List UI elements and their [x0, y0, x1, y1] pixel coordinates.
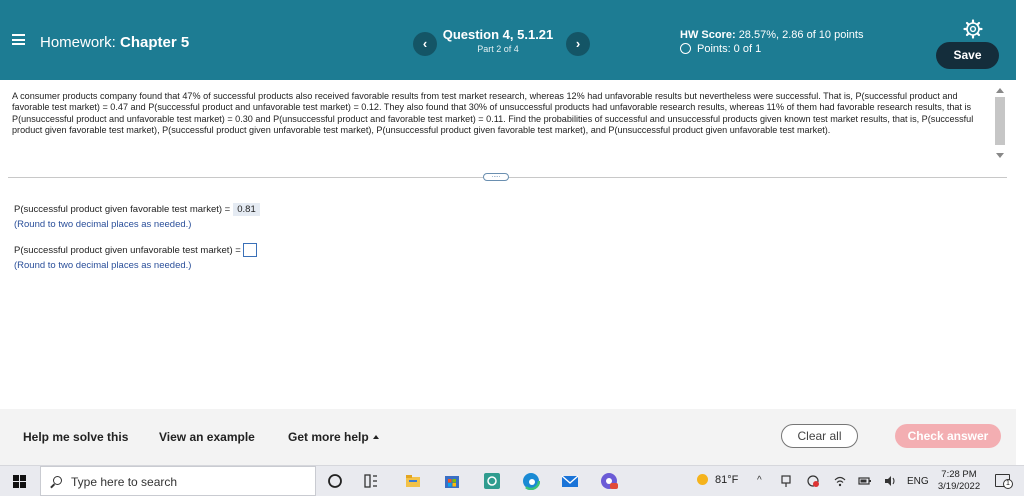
- points-text: Points: 0 of 1: [697, 43, 762, 55]
- header-bar: Homework: Chapter 5 ‹ Question 4, 5.1.21…: [0, 0, 1016, 80]
- network-drive-icon[interactable]: [779, 474, 793, 488]
- cortana-icon[interactable]: [326, 472, 344, 490]
- answer-2-label: P(successful product given unfavorable t…: [14, 245, 241, 256]
- store-icon[interactable]: [443, 472, 461, 490]
- volume-icon[interactable]: [883, 474, 897, 488]
- points: Points: 0 of 1: [680, 43, 761, 55]
- answer-2-input[interactable]: [242, 243, 257, 257]
- scroll-thumb[interactable]: [995, 97, 1005, 145]
- get-more-help-label: Get more help: [288, 430, 369, 444]
- taskbar-search-input[interactable]: Type here to search: [40, 466, 316, 496]
- file-explorer-icon[interactable]: [404, 472, 422, 490]
- chevron-left-icon: ‹: [422, 36, 428, 51]
- scroll-up-icon[interactable]: [996, 88, 1004, 93]
- get-more-help-button[interactable]: Get more help: [288, 430, 379, 444]
- battery-icon[interactable]: [858, 474, 872, 488]
- windows-taskbar: Type here to search 81°F ^ ENG 7:28 PM 3…: [0, 465, 1024, 496]
- windows-start-icon[interactable]: [13, 475, 26, 488]
- gear-icon[interactable]: [963, 19, 983, 39]
- chapter-label: Chapter 5: [120, 34, 190, 51]
- menu-icon[interactable]: [12, 34, 25, 45]
- answer-1-label: P(successful product given favorable tes…: [14, 204, 231, 215]
- app-icon[interactable]: [483, 472, 501, 490]
- caret-up-icon: [372, 435, 379, 439]
- answer-2-hint: (Round to two decimal places as needed.): [14, 260, 192, 271]
- app-window: Homework: Chapter 5 ‹ Question 4, 5.1.21…: [0, 0, 1024, 496]
- view-example-button[interactable]: View an example: [159, 430, 255, 444]
- mail-icon[interactable]: [561, 472, 579, 490]
- weather-widget[interactable]: 81°F: [697, 474, 738, 486]
- save-button[interactable]: Save: [936, 42, 999, 69]
- search-placeholder: Type here to search: [71, 475, 178, 489]
- check-answer-button[interactable]: Check answer: [895, 424, 1001, 448]
- answer-1-value[interactable]: 0.81: [233, 203, 260, 216]
- messenger-icon[interactable]: [600, 472, 618, 490]
- scroll-down-icon[interactable]: [996, 153, 1004, 158]
- wifi-icon[interactable]: [833, 474, 847, 488]
- search-icon: [53, 476, 62, 485]
- clear-all-button[interactable]: Clear all: [781, 424, 858, 448]
- chevron-up-icon[interactable]: ^: [757, 475, 762, 486]
- answer-1-row: P(successful product given favorable tes…: [14, 203, 260, 216]
- clock-date: 3/19/2022: [937, 481, 981, 492]
- hw-score-label: HW Score:: [680, 29, 736, 41]
- question-text: A consumer products company found that 4…: [12, 91, 974, 136]
- question-scrollbar[interactable]: [993, 86, 1007, 160]
- task-view-icon[interactable]: [362, 472, 380, 490]
- homework-title[interactable]: Homework: Chapter 5: [40, 34, 189, 51]
- question-title: Question 4, 5.1.21: [442, 27, 554, 42]
- weather-temp: 81°F: [715, 474, 739, 486]
- edge-browser-icon[interactable]: [522, 472, 540, 490]
- notification-count: 1: [1003, 479, 1013, 489]
- taskbar-clock[interactable]: 7:28 PM 3/19/2022: [933, 469, 985, 493]
- sun-icon: [697, 474, 708, 485]
- hw-score-value: 28.57%, 2.86 of 10 points: [738, 29, 864, 41]
- answer-2-row: P(successful product given unfavorable t…: [14, 243, 257, 257]
- homework-label: Homework:: [40, 34, 116, 51]
- clock-time: 7:28 PM: [941, 469, 977, 480]
- answer-1-hint: (Round to two decimal places as needed.): [14, 219, 192, 230]
- next-question-button[interactable]: ›: [566, 32, 590, 56]
- hw-score: HW Score: 28.57%, 2.86 of 10 points: [680, 29, 863, 41]
- chevron-right-icon: ›: [575, 36, 581, 51]
- notification-center-icon[interactable]: 1: [995, 474, 1013, 489]
- language-indicator[interactable]: ENG: [907, 476, 929, 487]
- security-icon[interactable]: [806, 474, 820, 488]
- help-me-solve-button[interactable]: Help me solve this: [23, 430, 128, 444]
- divider-handle[interactable]: .....: [483, 173, 509, 181]
- question-part: Part 2 of 4: [477, 44, 519, 54]
- footer-bar: Help me solve this View an example Get m…: [0, 409, 1016, 465]
- points-circle-icon: [680, 43, 691, 54]
